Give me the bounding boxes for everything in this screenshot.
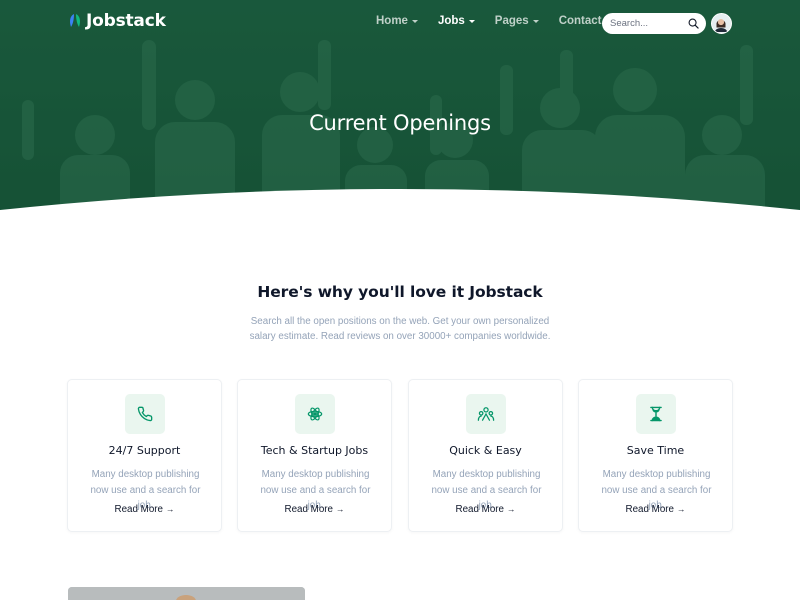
breadcrumb-separator-icon: › — [404, 198, 408, 210]
read-more-label: Read More — [625, 504, 674, 515]
nav-item-pages[interactable]: Pages — [495, 15, 539, 27]
arrow-right-icon: → — [335, 504, 345, 514]
feature-icon-box — [295, 394, 335, 434]
about-image-graphic — [68, 587, 305, 600]
feature-cards: 24/7 Support Many desktop publishing now… — [67, 379, 733, 532]
hero-section: Jobstack Home Jobs Pages Contact Search.… — [0, 0, 800, 224]
feature-card-tech: Tech & Startup Jobs Many desktop publish… — [237, 379, 392, 532]
chevron-down-icon — [532, 20, 539, 23]
read-more-link[interactable]: Read More → — [579, 504, 732, 515]
nav-item-label: Contact — [558, 15, 602, 27]
breadcrumb: Jobstack › Career — [0, 198, 800, 210]
feature-card-quick: Quick & Easy Many desktop publishing now… — [408, 379, 563, 532]
arrow-right-icon: → — [676, 504, 686, 514]
search-icon[interactable] — [688, 18, 699, 29]
read-more-link[interactable]: Read More → — [68, 504, 221, 515]
user-avatar[interactable] — [711, 13, 732, 34]
read-more-link[interactable]: Read More → — [409, 504, 562, 515]
hourglass-icon — [650, 406, 662, 422]
breadcrumb-home-link[interactable]: Jobstack — [353, 198, 399, 210]
section-subtitle: Search all the open positions on the web… — [249, 316, 551, 342]
chevron-down-icon — [468, 20, 475, 23]
feature-icon-box — [636, 394, 676, 434]
nav-menu: Home Jobs Pages Contact — [376, 15, 622, 27]
chevron-down-icon — [411, 20, 418, 23]
nav-item-label: Home — [376, 15, 408, 27]
feature-card-save-time: Save Time Many desktop publishing now us… — [578, 379, 733, 532]
search-box — [602, 13, 706, 34]
read-more-label: Read More — [284, 504, 333, 515]
feature-icon-box — [466, 394, 506, 434]
feature-card-support: 24/7 Support Many desktop publishing now… — [67, 379, 222, 532]
nav-item-label: Pages — [494, 15, 529, 27]
feature-card-title: Save Time — [626, 444, 685, 457]
nav-item-contact[interactable]: Contact — [559, 15, 602, 27]
atom-icon — [307, 407, 323, 421]
top-navbar: Jobstack Home Jobs Pages Contact — [0, 0, 800, 46]
read-more-link[interactable]: Read More → — [238, 504, 391, 515]
logo-mark-icon — [70, 14, 80, 27]
brand-name: Jobstack — [86, 11, 166, 31]
page-title: Current Openings — [309, 111, 491, 135]
users-icon — [477, 407, 495, 421]
section-title: Here's why you'll love it Jobstack — [257, 283, 543, 301]
read-more-label: Read More — [455, 504, 504, 515]
nav-item-jobs[interactable]: Jobs — [438, 15, 475, 27]
about-image — [68, 587, 305, 600]
search-input[interactable] — [610, 18, 684, 29]
arrow-right-icon: → — [506, 504, 516, 514]
brand-logo[interactable]: Jobstack — [68, 11, 166, 31]
avatar-image — [712, 14, 730, 32]
arrow-right-icon: → — [165, 504, 175, 514]
phone-icon — [137, 406, 153, 422]
feature-card-title: Tech & Startup Jobs — [260, 444, 369, 457]
nav-item-label: Jobs — [437, 15, 465, 27]
feature-icon-box — [125, 394, 165, 434]
nav-item-home[interactable]: Home — [376, 15, 418, 27]
read-more-label: Read More — [114, 504, 163, 515]
feature-card-title: 24/7 Support — [108, 444, 181, 457]
breadcrumb-current: Career — [413, 198, 448, 210]
feature-card-title: Quick & Easy — [449, 444, 522, 457]
